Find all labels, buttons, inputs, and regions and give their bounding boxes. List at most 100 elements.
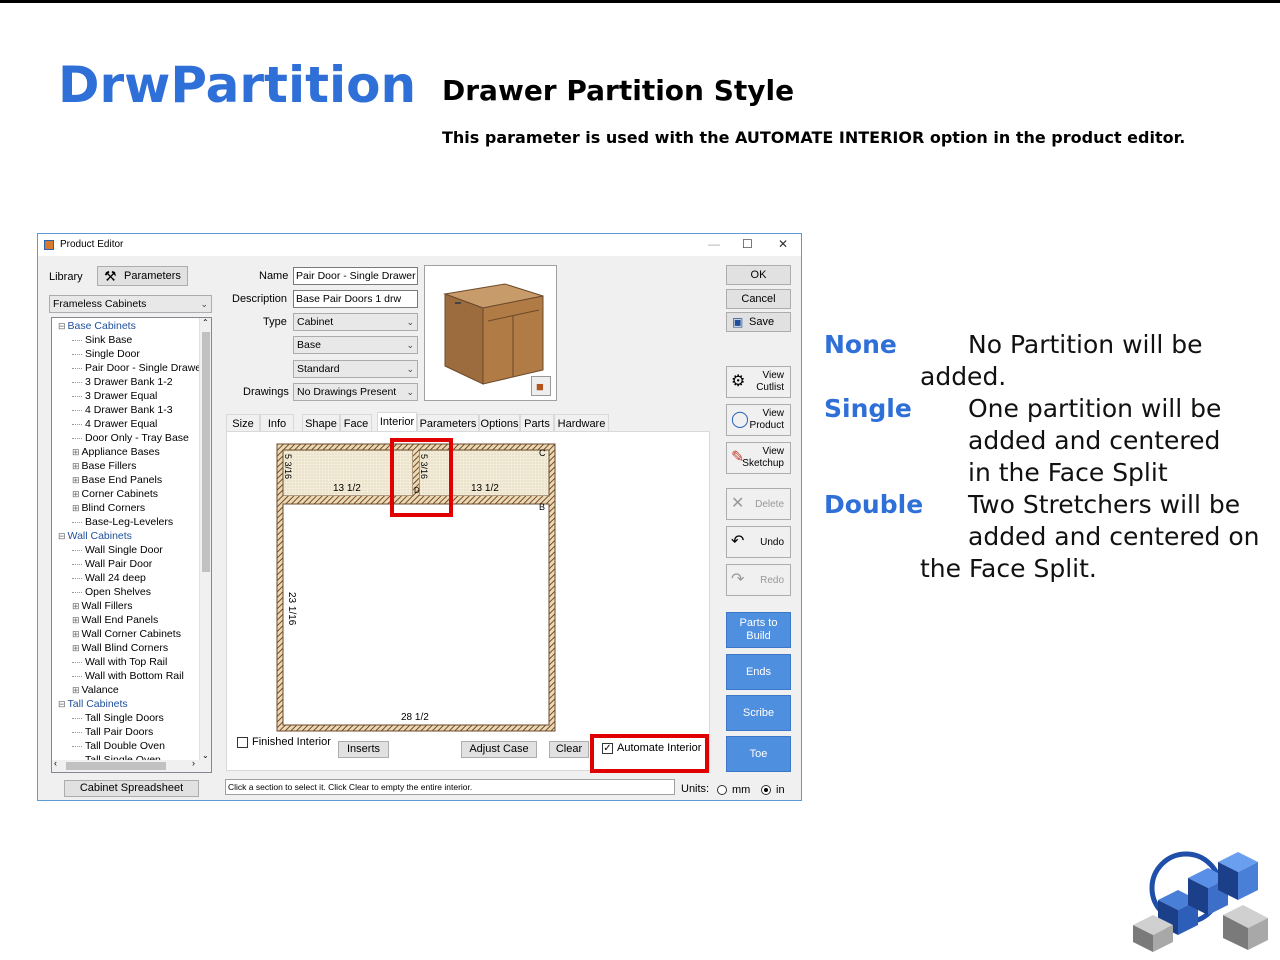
style-select[interactable]: Standard ⌄ <box>293 360 418 378</box>
tree-item[interactable]: ⊞ Base Fillers <box>72 460 136 472</box>
tree-item[interactable]: Tall Pair Doors <box>72 726 153 738</box>
type-select[interactable]: Cabinet ⌄ <box>293 313 418 331</box>
expand-icon[interactable]: ⊞ <box>72 629 80 639</box>
name-field[interactable]: Pair Door - Single Drawer <box>293 267 418 285</box>
tree-item[interactable]: 3 Drawer Equal <box>72 390 157 402</box>
tab-hardware[interactable]: Hardware <box>554 414 609 432</box>
tree-item[interactable]: ⊟ Tall Cabinets <box>58 698 128 710</box>
tree-item[interactable]: Wall Pair Door <box>72 558 152 570</box>
tree-item[interactable]: 4 Drawer Bank 1-3 <box>72 404 173 416</box>
toe-button[interactable]: Toe <box>726 736 791 772</box>
collapse-icon[interactable]: ⊟ <box>58 699 66 709</box>
drawings-select[interactable]: No Drawings Present ⌄ <box>293 383 418 401</box>
tab-parameters[interactable]: Parameters <box>417 414 479 432</box>
tree-item[interactable]: Base-Leg-Levelers <box>72 516 173 528</box>
tab-interior[interactable]: Interior <box>377 412 417 433</box>
tree-vertical-scrollbar[interactable]: ⌃ ⌄ <box>199 318 211 772</box>
units-mm-label: mm <box>732 784 751 796</box>
tree-item[interactable]: ⊞ Wall End Panels <box>72 614 158 626</box>
collapse-icon[interactable]: ⊟ <box>58 531 66 541</box>
redo-button[interactable]: ↷ Redo <box>726 564 791 596</box>
tree-item[interactable]: ⊞ Wall Corner Cabinets <box>72 628 181 640</box>
tree-item[interactable]: Open Shelves <box>72 586 151 598</box>
tree-item[interactable]: Sink Base <box>72 334 132 346</box>
tab-options[interactable]: Options <box>479 414 520 432</box>
tree-item[interactable]: ⊞ Appliance Bases <box>72 446 160 458</box>
expand-icon[interactable]: ⊞ <box>72 461 80 471</box>
cabinet-spreadsheet-button[interactable]: Cabinet Spreadsheet <box>64 780 199 797</box>
tree-item[interactable]: ⊞ Valance <box>72 684 119 696</box>
tree-item[interactable]: ⊞ Corner Cabinets <box>72 488 158 500</box>
tree-item[interactable]: Tall Single Doors <box>72 712 164 724</box>
expand-icon[interactable]: ⊞ <box>72 643 80 653</box>
clear-button[interactable]: Clear <box>549 741 589 758</box>
view-product-button[interactable]: ◯ View Product <box>726 404 791 436</box>
cancel-button[interactable]: Cancel <box>726 289 791 309</box>
parts-to-build-button[interactable]: Parts to Build <box>726 612 791 648</box>
scribe-button[interactable]: Scribe <box>726 695 791 731</box>
close-button[interactable]: ✕ <box>778 237 788 251</box>
collapse-icon[interactable]: ⊟ <box>58 321 66 331</box>
library-tree[interactable]: ⊟ Base Cabinets Sink Base Single Door Pair D… <box>51 317 212 773</box>
tab-shape[interactable]: Shape <box>302 414 340 432</box>
tree-item[interactable]: Pair Door - Single Drawer <box>72 362 205 374</box>
scroll-thumb[interactable] <box>202 332 210 572</box>
tree-item[interactable]: 3 Drawer Bank 1-2 <box>72 376 173 388</box>
tree-item[interactable]: Wall Single Door <box>72 544 163 556</box>
hscroll-thumb[interactable] <box>66 762 166 770</box>
expand-icon[interactable]: ⊞ <box>72 475 80 485</box>
interior-diagram[interactable] <box>227 432 709 732</box>
undo-button[interactable]: ↶ Undo <box>726 526 791 558</box>
tree-item[interactable]: ⊞ Blind Corners <box>72 502 145 514</box>
redo-icon: ↷ <box>731 571 745 588</box>
ends-button[interactable]: Ends <box>726 654 791 690</box>
parameters-button[interactable]: ⚒ Parameters <box>97 266 188 286</box>
expand-icon[interactable]: ⊞ <box>72 503 80 513</box>
expand-icon[interactable]: ⊞ <box>72 489 80 499</box>
minimize-button[interactable]: — <box>708 237 720 251</box>
library-select[interactable]: Frameless Cabinets ⌄ <box>49 295 212 313</box>
maximize-button[interactable]: ☐ <box>742 237 753 251</box>
scroll-left-icon[interactable]: ‹ <box>54 758 57 768</box>
tree-item[interactable]: ⊞ Wall Fillers <box>72 600 133 612</box>
tab-face[interactable]: Face <box>340 414 372 432</box>
tree-item[interactable]: ⊟ Base Cabinets <box>58 320 136 332</box>
view-cutlist-button[interactable]: ⚙ View Cutlist <box>726 366 791 398</box>
scroll-right-icon[interactable]: › <box>192 758 195 768</box>
expand-icon[interactable]: ⊞ <box>72 685 80 695</box>
ok-button[interactable]: OK <box>726 265 791 285</box>
view-3d-button[interactable]: ■ <box>531 376 551 396</box>
expand-icon[interactable]: ⊞ <box>72 447 80 457</box>
tree-item[interactable]: Wall with Top Rail <box>72 656 167 668</box>
tab-size[interactable]: Size <box>226 414 260 432</box>
tree-item[interactable]: Wall with Bottom Rail <box>72 670 184 682</box>
tree-item[interactable]: Tall Double Oven <box>72 740 165 752</box>
tab-parts[interactable]: Parts <box>520 414 554 432</box>
tree-item[interactable]: ⊟ Wall Cabinets <box>58 530 132 542</box>
view-sketchup-button[interactable]: ✎ View Sketchup <box>726 442 791 474</box>
tab-info[interactable]: Info <box>260 414 294 432</box>
scroll-down-icon[interactable]: ⌄ <box>202 751 209 760</box>
expand-icon[interactable]: ⊞ <box>72 615 80 625</box>
tree-item[interactable]: 4 Drawer Equal <box>72 418 157 430</box>
scroll-up-icon[interactable]: ⌃ <box>202 318 209 327</box>
dim-height: 23 1/16 <box>286 592 297 626</box>
tree-horizontal-scrollbar[interactable]: ‹ › <box>52 758 211 772</box>
save-button[interactable]: ▣ Save <box>726 312 791 332</box>
units-in-radio[interactable] <box>761 785 771 795</box>
description-field[interactable]: Base Pair Doors 1 drw <box>293 290 418 308</box>
tree-item[interactable]: Wall 24 deep <box>72 572 146 584</box>
section-lower[interactable] <box>282 503 550 726</box>
tree-item[interactable]: ⊞ Wall Blind Corners <box>72 642 168 654</box>
delete-button[interactable]: ✕ Delete <box>726 488 791 520</box>
expand-icon[interactable]: ⊞ <box>72 601 80 611</box>
inserts-button[interactable]: Inserts <box>338 741 389 758</box>
finished-interior-checkbox[interactable] <box>237 737 248 748</box>
category-select[interactable]: Base ⌄ <box>293 336 418 354</box>
units-mm-radio[interactable] <box>717 785 727 795</box>
tree-item[interactable]: Door Only - Tray Base <box>72 432 189 444</box>
tree-item[interactable]: Single Door <box>72 348 140 360</box>
adjust-case-button[interactable]: Adjust Case <box>461 741 537 758</box>
tree-item[interactable]: ⊞ Base End Panels <box>72 474 162 486</box>
option-double-line3: the Face Split. <box>920 554 1097 583</box>
